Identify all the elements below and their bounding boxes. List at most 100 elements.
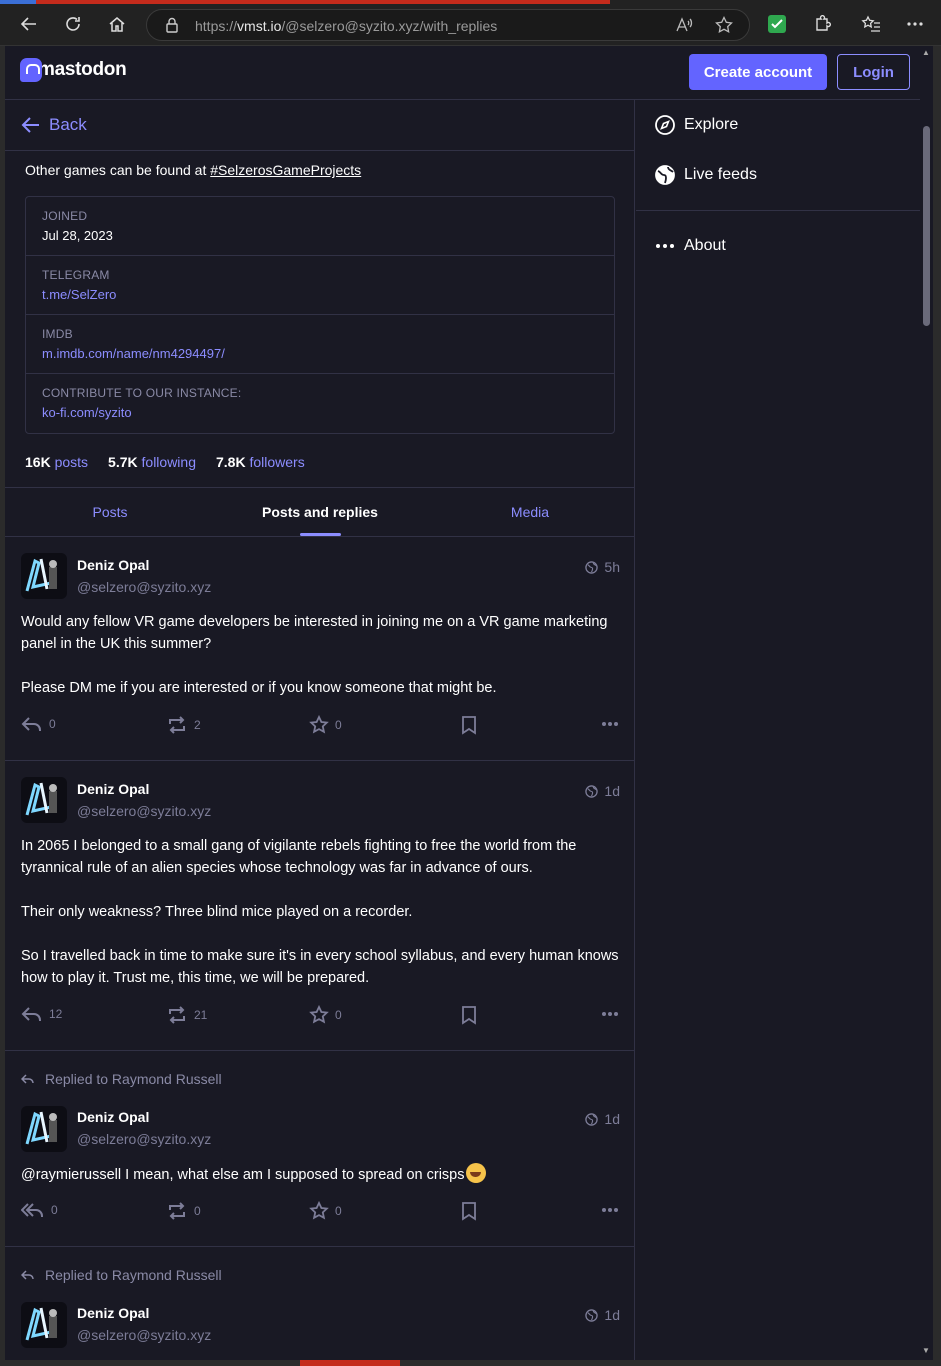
boost-button[interactable]: 0 [166,1201,201,1221]
post-content: Would any fellow VR game developers be i… [21,611,619,699]
sidebar-item-live-feeds[interactable]: Live feeds [654,164,757,186]
login-button[interactable]: Login [837,54,910,90]
account-handle[interactable]: @selzero@syzito.xyz [77,1131,211,1147]
scroll-up-icon[interactable]: ▲ [922,48,931,57]
favourite-button[interactable]: 0 [309,715,342,735]
avatar[interactable] [21,1106,67,1152]
extension-check-icon[interactable] [768,15,786,33]
post-timestamp[interactable]: 1d [585,1111,620,1127]
favorites-list-icon[interactable] [859,12,883,36]
post-actions: 0 2 0 [21,715,619,739]
back-arrow-icon [21,117,39,133]
followers-count[interactable]: 7.8K followers [216,454,305,470]
tab-posts-and-replies[interactable]: Posts and replies [215,488,425,536]
field-label: JOINED [42,209,88,223]
globe-icon [585,784,599,798]
account-handle[interactable]: @selzero@syzito.xyz [77,803,211,819]
display-name[interactable]: Deniz Opal [77,557,149,573]
account-handle[interactable]: @selzero@syzito.xyz [77,1327,211,1343]
profile-fields: JOINED Jul 28, 2023 TELEGRAM t.me/SelZer… [25,196,615,434]
scroll-down-icon[interactable]: ▼ [922,1346,931,1355]
profile-field-imdb: IMDB m.imdb.com/name/nm4294497/ [26,315,614,374]
account-handle[interactable]: @selzero@syzito.xyz [77,579,211,595]
bio-hashtag-link[interactable]: #SelzerosGameProjects [210,162,361,178]
more-options-button[interactable] [601,1207,625,1213]
sidebar-item-explore[interactable]: Explore [654,114,738,136]
reply-button[interactable]: 0 [21,715,56,733]
display-name[interactable]: Deniz Opal [77,1109,149,1125]
profile-tabs: Posts Posts and replies Media [5,487,634,537]
boost-icon [169,1006,185,1024]
scrollbar-thumb[interactable] [923,126,930,326]
globe-icon [655,165,675,185]
more-options-button[interactable] [601,1011,625,1017]
ellipsis-icon [602,1208,618,1212]
reply-button[interactable]: 12 [21,1005,62,1023]
bookmark-icon [462,1202,476,1221]
read-aloud-icon[interactable] [675,16,693,39]
field-link[interactable]: ko-fi.com/syzito [42,405,598,420]
star-icon [309,715,329,734]
post-paragraph: Would any fellow VR game developers be i… [21,614,608,652]
boost-button[interactable]: 21 [166,1005,207,1025]
display-name[interactable]: Deniz Opal [77,1305,149,1321]
back-button[interactable]: Back [5,100,634,151]
refresh-icon[interactable] [61,12,85,36]
home-icon[interactable] [105,12,129,36]
bookmark-icon [462,716,476,735]
profile-field-joined: JOINED Jul 28, 2023 [26,197,614,256]
extensions-puzzle-icon[interactable] [810,12,834,36]
sidebar-divider [636,210,920,211]
mastodon-app: mastodon Create account Login Back Other… [5,46,933,1360]
avatar[interactable] [21,777,67,823]
top-bar: mastodon Create account Login [5,46,933,100]
lock-icon [165,17,179,38]
globe-icon [585,1308,599,1322]
mastodon-logo[interactable]: mastodon [20,58,127,82]
scrollbar[interactable]: ▲ ▼ [920,46,933,1360]
more-menu-icon[interactable] [903,12,927,36]
post-timestamp[interactable]: 1d [585,1307,620,1323]
boost-button[interactable]: 2 [166,715,201,735]
field-value: Jul 28, 2023 [42,228,113,243]
posts-count[interactable]: 16K posts [25,454,88,470]
status-post[interactable]: Deniz Opal @selzero@syzito.xyz 1d In 206… [5,761,634,1051]
bookmark-button[interactable] [461,715,483,735]
bookmark-button[interactable] [461,1005,483,1025]
post-timestamp[interactable]: 5h [585,559,620,575]
avatar[interactable] [21,1302,67,1348]
following-count[interactable]: 5.7K following [108,454,196,470]
bio-text: Other games can be found at [25,162,211,178]
favourite-button[interactable]: 0 [309,1005,342,1025]
field-label: IMDB [42,327,73,341]
status-post[interactable]: Replied to Raymond Russell Deniz Opal @s… [5,1247,634,1360]
boost-icon [169,716,185,734]
favorite-star-icon[interactable] [715,15,733,39]
status-post[interactable]: Deniz Opal @selzero@syzito.xyz 5h Would … [5,537,634,761]
tab-media[interactable]: Media [425,488,634,536]
profile-field-telegram: TELEGRAM t.me/SelZero [26,256,614,315]
field-link[interactable]: m.imdb.com/name/nm4294497/ [42,346,598,361]
reply-icon [21,1007,41,1021]
replied-to-indicator[interactable]: Replied to Raymond Russell [21,1267,222,1283]
field-link[interactable]: t.me/SelZero [42,287,598,302]
back-arrow-icon[interactable] [17,12,41,36]
address-bar[interactable]: https://vmst.io/@selzero@syzito.xyz/with… [146,9,750,41]
avatar[interactable] [21,553,67,599]
favourite-button[interactable]: 0 [309,1201,342,1221]
post-timestamp[interactable]: 1d [585,783,620,799]
url-text[interactable]: https://vmst.io/@selzero@syzito.xyz/with… [195,18,497,34]
post-paragraph: So I travelled back in time to make sure… [21,948,619,986]
sidebar-item-about[interactable]: About [654,235,726,257]
rofl-emoji-icon [466,1163,487,1183]
display-name[interactable]: Deniz Opal [77,781,149,797]
back-label: Back [49,115,87,134]
tab-posts[interactable]: Posts [5,488,215,536]
replied-to-indicator[interactable]: Replied to Raymond Russell [21,1071,222,1087]
mastodon-logo-icon [20,58,42,82]
create-account-button[interactable]: Create account [689,54,827,90]
bookmark-button[interactable] [461,1201,483,1221]
status-post[interactable]: Replied to Raymond Russell Deniz Opal @s… [5,1051,634,1247]
more-options-button[interactable] [601,721,625,727]
reply-all-button[interactable]: 0 [21,1201,58,1219]
